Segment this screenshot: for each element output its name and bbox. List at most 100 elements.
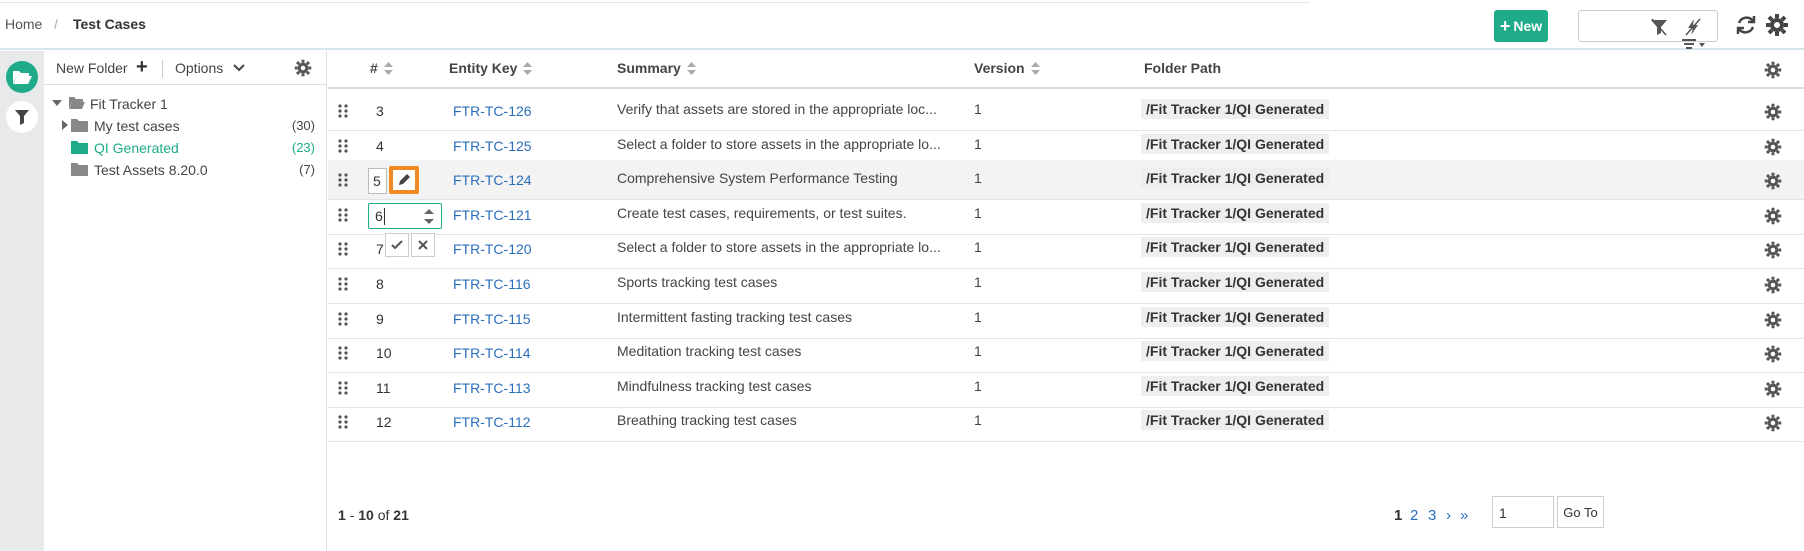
entity-key-link[interactable]: FTR-TC-115	[453, 311, 531, 327]
folder-path-cell: /Fit Tracker 1/QI Generated	[1141, 375, 1330, 396]
tree-item-my-test-cases[interactable]: My test cases (30)	[44, 115, 327, 137]
row-settings-gear-icon[interactable]	[1764, 241, 1782, 259]
new-folder-button[interactable]: New Folder	[56, 60, 128, 76]
filter-tab[interactable]	[6, 101, 38, 133]
entity-key-link[interactable]: FTR-TC-125	[453, 138, 532, 154]
table-row[interactable]: 12 FTR-TC-112 Breathing tracking test ca…	[328, 402, 1804, 443]
column-header-number[interactable]: #	[370, 60, 393, 76]
settings-gear-icon[interactable]	[1765, 13, 1789, 37]
sort-icon[interactable]	[1030, 61, 1040, 75]
drag-handle-icon[interactable]	[338, 414, 348, 430]
tree-item-count: (23)	[291, 140, 315, 155]
row-settings-gear-icon[interactable]	[1764, 311, 1782, 329]
entity-key-link[interactable]: FTR-TC-120	[453, 241, 532, 257]
row-number: 8	[376, 276, 384, 292]
edit-number-button[interactable]	[389, 166, 419, 195]
entity-key-link[interactable]: FTR-TC-124	[453, 172, 532, 188]
tree-item-count: (7)	[299, 162, 315, 177]
row-settings-gear-icon[interactable]	[1764, 345, 1782, 363]
row-settings-gear-icon[interactable]	[1764, 380, 1782, 398]
summary-cell: Verify that assets are stored in the app…	[617, 101, 937, 117]
options-menu[interactable]: Options	[175, 60, 223, 76]
drag-handle-icon[interactable]	[338, 172, 348, 188]
column-settings-gear-icon[interactable]	[1764, 61, 1782, 79]
summary-cell: Mindfulness tracking test cases	[617, 377, 812, 394]
version-cell: 1	[974, 308, 982, 325]
tree-item-qi-generated[interactable]: QI Generated (23)	[44, 137, 327, 159]
column-header-version[interactable]: Version	[974, 60, 1040, 76]
version-cell: 1	[974, 239, 982, 256]
column-header-folder-path[interactable]: Folder Path	[1144, 60, 1221, 76]
drag-handle-icon[interactable]	[338, 241, 348, 257]
column-header-entity-key[interactable]: Entity Key	[449, 60, 533, 76]
entity-key-link[interactable]: FTR-TC-112	[453, 414, 531, 430]
folders-tab[interactable]	[6, 61, 38, 93]
summary-cell: Comprehensive System Performance Testing	[617, 170, 898, 187]
sort-icon[interactable]	[383, 61, 393, 75]
row-settings-gear-icon[interactable]	[1764, 207, 1782, 225]
row-number: 3	[376, 103, 384, 119]
last-page[interactable]: »	[1460, 507, 1468, 524]
cancel-edit-button[interactable]	[411, 232, 435, 257]
entity-key-link[interactable]: FTR-TC-121	[453, 207, 532, 223]
caret-down-icon[interactable]	[52, 98, 62, 108]
filter-icon[interactable]	[1649, 17, 1669, 37]
goto-page-input[interactable]: 1	[1492, 496, 1554, 528]
entity-key-link[interactable]: FTR-TC-126	[453, 103, 532, 119]
folder-path-cell: /Fit Tracker 1/QI Generated	[1141, 306, 1330, 327]
drag-handle-icon[interactable]	[338, 311, 348, 327]
sort-icon[interactable]	[523, 61, 533, 75]
grid-footer: 1 - 10 of 21 1 2 3 › » 1 Go To	[328, 491, 1804, 543]
summary-cell: Meditation tracking test cases	[617, 343, 802, 360]
caret-right-icon[interactable]	[60, 120, 70, 130]
page-3[interactable]: 3	[1428, 507, 1436, 524]
range-of: of	[377, 507, 390, 523]
row-settings-gear-icon[interactable]	[1764, 138, 1782, 156]
row-number: 11	[376, 379, 391, 396]
folder-settings-gear-icon[interactable]	[294, 59, 312, 77]
filter-box[interactable]	[1578, 10, 1718, 49]
new-button[interactable]: + New	[1494, 10, 1548, 42]
spinner-arrows-icon[interactable]	[423, 208, 435, 225]
breadcrumb-home[interactable]: Home	[5, 16, 42, 32]
drag-handle-icon[interactable]	[338, 345, 348, 361]
tree-item-test-assets[interactable]: Test Assets 8.20.0 (7)	[44, 159, 327, 181]
drag-handle-icon[interactable]	[338, 380, 348, 396]
column-header-summary[interactable]: Summary	[617, 60, 696, 76]
tree-root[interactable]: Fit Tracker 1	[44, 93, 327, 115]
row-settings-gear-icon[interactable]	[1764, 414, 1782, 432]
confirm-edit-button[interactable]	[385, 232, 409, 257]
row-number[interactable]: 5	[368, 168, 387, 195]
row-settings-gear-icon[interactable]	[1764, 172, 1782, 190]
entity-key-link[interactable]: FTR-TC-114	[453, 345, 531, 361]
column-chooser-icon[interactable]	[1681, 37, 1705, 51]
page-2[interactable]: 2	[1410, 507, 1418, 524]
divider	[162, 60, 163, 78]
goto-button[interactable]: Go To	[1557, 496, 1604, 528]
range-total: 21	[393, 507, 409, 523]
plus-icon: +	[1499, 16, 1511, 36]
row-settings-gear-icon[interactable]	[1764, 103, 1782, 121]
sort-icon[interactable]	[686, 61, 696, 75]
chevron-down-icon[interactable]	[232, 61, 246, 75]
left-rail	[0, 51, 44, 551]
number-spinner-input[interactable]: 6	[368, 202, 442, 229]
tree-item-label: Test Assets 8.20.0	[94, 162, 208, 178]
folder-path-cell: /Fit Tracker 1/QI Generated	[1141, 133, 1330, 154]
entity-key-link[interactable]: FTR-TC-116	[453, 276, 531, 292]
next-page[interactable]: ›	[1446, 507, 1451, 524]
clear-filter-icon[interactable]	[1683, 17, 1703, 37]
row-settings-gear-icon[interactable]	[1764, 276, 1782, 294]
drag-handle-icon[interactable]	[338, 138, 348, 154]
column-header-label: Entity Key	[449, 60, 518, 76]
page-1[interactable]: 1	[1394, 507, 1402, 524]
entity-key-link[interactable]: FTR-TC-113	[453, 380, 531, 396]
tree-root-label: Fit Tracker 1	[90, 96, 168, 112]
divider	[0, 2, 1310, 3]
drag-handle-icon[interactable]	[338, 103, 348, 119]
column-header-label: Version	[974, 60, 1025, 76]
drag-handle-icon[interactable]	[338, 207, 348, 223]
drag-handle-icon[interactable]	[338, 276, 348, 292]
add-folder-icon[interactable]: +	[136, 56, 148, 79]
refresh-icon[interactable]	[1734, 13, 1758, 37]
